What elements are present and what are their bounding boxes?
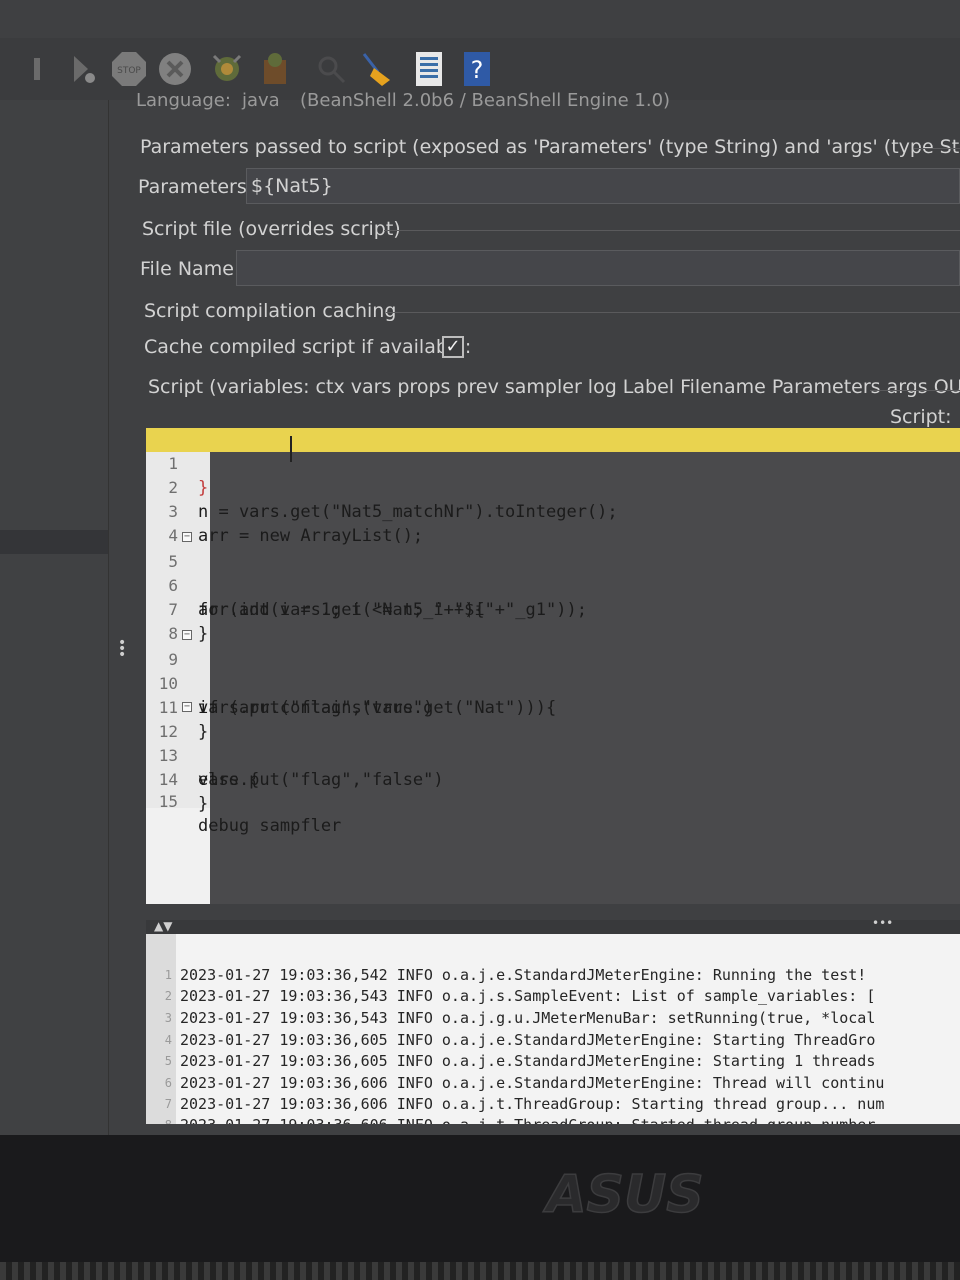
code-line[interactable]: 6 arr.add(vars.get("Nat5_"+"$i"+"_g1"));	[146, 550, 960, 620]
log-line: 5 2023-01-27 19:03:36,605 INFO o.a.j.e.St…	[164, 1052, 876, 1070]
code-line[interactable]: 14 }	[146, 744, 960, 814]
svg-text:ASUS: ASUS	[542, 1168, 703, 1220]
parameters-field[interactable]: ${Nat5}	[246, 168, 960, 204]
stop-text: STOP	[117, 66, 141, 76]
code-line[interactable]: 15 debug sampfler	[146, 766, 960, 836]
log-line: 3 2023-01-27 19:03:36,543 INFO o.a.j.g.u.…	[164, 1009, 876, 1027]
parameters-label: Parameters:	[138, 176, 254, 198]
log-line: 7 2023-01-27 19:03:36,606 INFO o.a.j.t.Th…	[164, 1095, 885, 1113]
parameters-value: ${Nat5}	[251, 175, 333, 197]
cache-checkbox[interactable]: ✓	[442, 336, 464, 358]
file-name-label: File Name:	[140, 258, 241, 280]
log-line: 4 2023-01-27 19:03:36,605 INFO o.a.j.e.St…	[164, 1031, 876, 1049]
log-splitter[interactable]: ▲▼ •••	[146, 916, 960, 934]
caching-heading: Script compilation caching	[144, 300, 397, 322]
text-cursor	[290, 436, 292, 462]
code-line[interactable]: 11 }	[146, 672, 960, 742]
more-icon[interactable]: •••	[872, 916, 893, 930]
log-viewer[interactable]: 1 2023-01-27 19:03:36,542 INFO o.a.j.e.St…	[146, 934, 960, 1124]
code-line[interactable]: 2 n = vars.get("Nat5_matchNr").toInteger…	[146, 452, 960, 522]
jmeter-window: STOP ? • • • Language: java (BeanShell 2…	[0, 0, 960, 1135]
code-line[interactable]: 3 arr = new ArrayList();	[146, 476, 960, 546]
file-name-field[interactable]	[236, 250, 960, 286]
code-line[interactable]: 1 }	[146, 428, 960, 498]
divider	[914, 148, 960, 149]
shutdown-icon[interactable]	[156, 50, 194, 88]
help-icon[interactable]: ?	[458, 50, 496, 88]
code-line[interactable]: 4	[146, 500, 960, 545]
code-line[interactable]: 10 vars.put("flag","true")	[146, 648, 960, 718]
selected-tree-node[interactable]	[0, 530, 108, 554]
divider	[386, 312, 960, 313]
log-line: 82023-01-27 19:03:36,606 INFO o.a.j.t.Th…	[146, 1094, 960, 1124]
function-helper-icon[interactable]	[410, 50, 448, 88]
divider	[870, 390, 960, 391]
log-line: 2 2023-01-27 19:03:36,543 INFO o.a.j.s.Sa…	[164, 987, 876, 1005]
code-line[interactable]: 7 }	[146, 574, 960, 644]
script-file-heading: Script file (overrides script)	[142, 218, 401, 240]
reset-search-icon[interactable]	[356, 50, 394, 88]
play-remote-icon[interactable]	[64, 50, 102, 88]
log-line: 6 2023-01-27 19:03:36,606 INFO o.a.j.e.St…	[164, 1074, 885, 1092]
language-value[interactable]: java	[242, 90, 280, 111]
clear-all-icon[interactable]	[256, 50, 294, 88]
code-line[interactable]: 12 − else {	[146, 696, 960, 791]
search-icon[interactable]	[312, 50, 350, 88]
laptop-bezel: ASUS	[0, 1135, 960, 1280]
fold-toggle-icon[interactable]: −	[182, 532, 192, 542]
clear-icon[interactable]	[208, 50, 246, 88]
play-no-pauses-icon[interactable]	[22, 50, 60, 88]
code-line[interactable]: 13 vars.put("flag","false")	[146, 720, 960, 790]
log-line: 1 2023-01-27 19:03:36,542 INFO o.a.j.e.St…	[164, 966, 867, 984]
collapse-arrows-icon[interactable]: ▲▼	[154, 919, 172, 933]
divider	[384, 230, 960, 231]
script-heading: Script (variables: ctx vars props prev s…	[148, 376, 960, 398]
svg-text:?: ?	[471, 56, 484, 84]
asus-logo: ASUS	[542, 1168, 705, 1220]
language-label: Language:	[136, 90, 231, 111]
cache-label: Cache compiled script if available:	[144, 336, 472, 358]
engine-info: (BeanShell 2.0b6 / BeanShell Engine 1.0)	[300, 90, 671, 111]
code-line[interactable]: 8	[146, 598, 960, 643]
test-plan-tree[interactable]	[0, 100, 109, 1135]
script-label: Script:	[890, 406, 952, 428]
stop-icon[interactable]: STOP	[110, 50, 148, 88]
code-line[interactable]: 9 − if (arr.contains(vars.get("Nat"))){	[146, 624, 960, 719]
code-line[interactable]: 5 − for(int i = 1; i <= n; i++){	[146, 526, 960, 621]
fold-toggle-icon[interactable]: −	[182, 702, 192, 712]
keyboard-edge	[0, 1262, 960, 1280]
script-editor[interactable]: 1 } 2 n = vars.get("Nat5_matchNr").toInt…	[146, 428, 960, 904]
fold-toggle-icon[interactable]: −	[182, 630, 192, 640]
parameters-heading: Parameters passed to script (exposed as …	[140, 136, 960, 158]
